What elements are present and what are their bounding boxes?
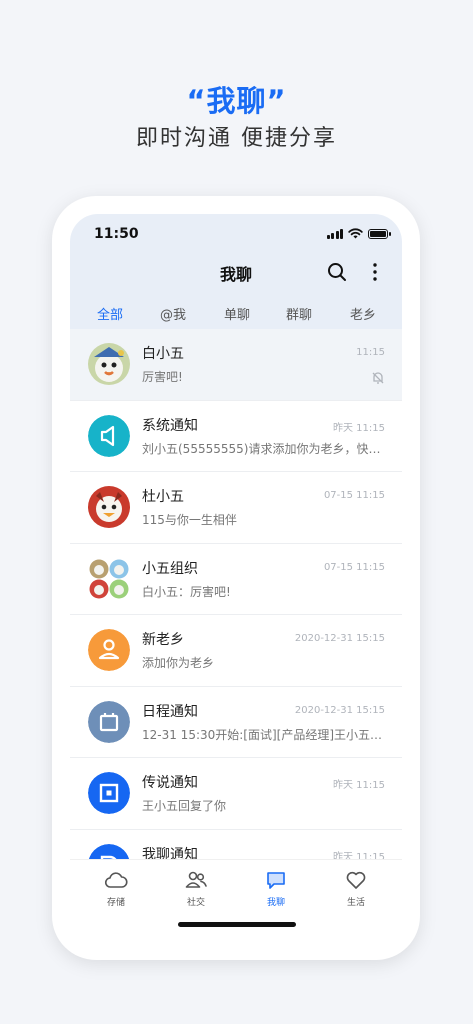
- conversation-preview: 白小五：厉害吧!: [142, 584, 231, 599]
- conversation-preview: 厉害吧!: [142, 370, 183, 384]
- cloud-icon: [104, 872, 128, 888]
- chat-icon: [88, 843, 130, 859]
- phone-frame: 11:50 我聊 全部 @我 单聊 群聊 老乡 白小五 厉害吧! 11:15 系…: [52, 196, 420, 960]
- conversation-row[interactable]: 白小五 厉害吧! 11:15: [70, 329, 402, 401]
- conversation-row[interactable]: 小五组织 白小五：厉害吧! 07-15 11:15: [70, 543, 402, 615]
- conversation-name: 日程通知: [142, 703, 198, 720]
- search-icon[interactable]: [327, 262, 347, 282]
- conversation-preview: 王小五回复了你: [142, 799, 227, 813]
- promo-title: “我聊”: [186, 84, 287, 118]
- tabbar-life[interactable]: 生活: [326, 868, 386, 908]
- more-vertical-icon[interactable]: [367, 262, 383, 282]
- cartoon-avatar: [88, 486, 130, 528]
- conversation-time: 11:15: [356, 347, 385, 358]
- tabbar-social[interactable]: 社交: [166, 868, 226, 908]
- conversation-name: 系统通知: [142, 417, 198, 434]
- page-title: 我聊: [219, 265, 252, 284]
- conversation-preview: 115与你一生相伴: [142, 513, 237, 527]
- chat-bubble-icon: [267, 872, 285, 889]
- tabbar-label: 我聊: [266, 898, 285, 908]
- header: 11:50 我聊 全部 @我 单聊 群聊 老乡: [70, 214, 402, 329]
- tabbar-storage[interactable]: 存储: [86, 868, 146, 908]
- conversation-time: 07-15 11:15: [323, 561, 385, 573]
- conversation-row[interactable]: 我聊通知 昨天 11:15: [70, 829, 402, 860]
- conversation-time: 2020-12-31 15:15: [294, 704, 385, 716]
- tabbar-label: 存储: [106, 898, 125, 908]
- conversation-row[interactable]: 日程通知 12-31 15:30开始:[面试][产品经理]王小五的面试 2020…: [70, 686, 402, 758]
- speaker-icon: [88, 414, 130, 457]
- promo-subtitle: 即时沟通 便捷分享: [136, 126, 337, 151]
- filter-tabs: 全部 @我 单聊 群聊 老乡: [70, 304, 402, 324]
- conversation-time: 昨天 11:15: [333, 851, 385, 860]
- app-screen: 11:50 我聊 全部 @我 单聊 群聊 老乡 白小五 厉害吧! 11:15 系…: [70, 214, 402, 942]
- tab-group[interactable]: 群聊: [269, 304, 329, 323]
- person-icon: [88, 629, 130, 671]
- battery-icon: [368, 228, 391, 239]
- conversation-preview: 刘小五(55555555)请求添加你为老乡，快来看看吧: [142, 441, 387, 456]
- calendar-icon: [88, 700, 130, 743]
- tab-all[interactable]: 全部: [80, 304, 140, 323]
- bottom-tab-bar: 存储 社交 我聊 生活: [70, 859, 402, 942]
- heart-icon: [346, 871, 366, 889]
- tab-mentions[interactable]: @我: [143, 304, 203, 323]
- status-time: 11:50: [94, 226, 139, 242]
- conversation-name: 杜小五: [142, 489, 184, 505]
- group-avatar: [89, 559, 129, 598]
- conversation-list: 白小五 厉害吧! 11:15 系统通知 刘小五(55555555)请求添加你为老…: [70, 329, 402, 859]
- conversation-row[interactable]: 新老乡 添加你为老乡 2020-12-31 15:15: [70, 615, 402, 687]
- conversation-preview: 12-31 15:30开始:[面试][产品经理]王小五的面试: [142, 727, 387, 742]
- conversation-name: 白小五: [142, 346, 184, 362]
- tab-hometown[interactable]: 老乡: [333, 304, 393, 323]
- cartoon-avatar: [88, 343, 130, 385]
- signal-icon: [326, 228, 343, 239]
- tabbar-label: 社交: [186, 898, 205, 908]
- conversation-name: 新老乡: [142, 632, 184, 648]
- people-icon: [185, 871, 207, 888]
- conversation-name: 小五组织: [142, 560, 198, 577]
- tabbar-label: 生活: [346, 898, 365, 908]
- conversation-name: 我聊通知: [142, 846, 198, 860]
- wifi-icon: [348, 228, 363, 239]
- conversation-row[interactable]: 杜小五 115与你一生相伴 07-15 11:15: [70, 472, 402, 544]
- home-indicator: [178, 922, 296, 927]
- square-icon: [88, 772, 130, 814]
- conversation-time: 昨天 11:15: [333, 780, 385, 791]
- conversation-row[interactable]: 系统通知 刘小五(55555555)请求添加你为老乡，快来看看吧 昨天 11:1…: [70, 400, 402, 472]
- conversation-time: 昨天 11:15: [333, 422, 385, 434]
- status-icons: [326, 228, 391, 239]
- conversation-name: 传说通知: [142, 775, 198, 791]
- tabbar-wochat[interactable]: 我聊: [246, 868, 306, 908]
- tab-single[interactable]: 单聊: [207, 304, 267, 323]
- conversation-time: 07-15 11:15: [323, 490, 385, 501]
- conversation-row[interactable]: 传说通知 王小五回复了你 昨天 11:15: [70, 758, 402, 830]
- mute-icon: [372, 372, 384, 384]
- conversation-preview: 添加你为老乡: [142, 656, 215, 670]
- conversation-time: 2020-12-31 15:15: [294, 633, 385, 644]
